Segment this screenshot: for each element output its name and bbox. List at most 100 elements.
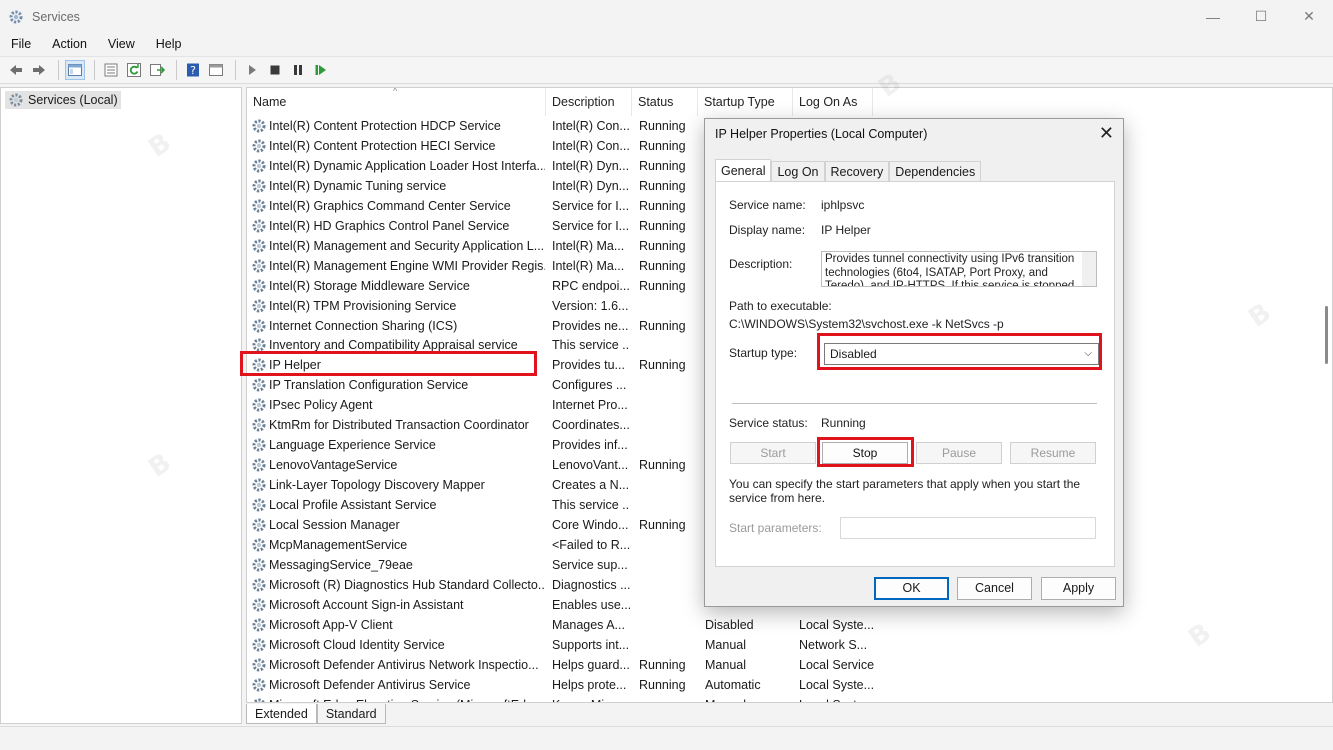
service-gear-icon (251, 617, 267, 633)
cell-description: Manages A... (552, 617, 625, 632)
cell-startup-type: Manual (705, 657, 746, 672)
forward-icon[interactable] (29, 60, 49, 80)
cell-status: Running (639, 258, 686, 273)
cell-description: Provides ne... (552, 318, 629, 333)
stop-service-icon[interactable] (265, 60, 285, 80)
tree-item-services-local[interactable]: Services (Local) (5, 91, 121, 109)
description-box[interactable]: Provides tunnel connectivity using IPv6 … (821, 251, 1097, 287)
dialog-close-icon[interactable]: ✕ (1099, 123, 1114, 144)
close-window-button[interactable]: ✕ (1285, 0, 1333, 33)
back-icon[interactable] (6, 60, 26, 80)
cell-status: Running (639, 158, 686, 173)
service-gear-icon (251, 278, 267, 294)
console-tree: Services (Local) (0, 87, 242, 724)
tab-dependencies[interactable]: Dependencies (889, 161, 982, 181)
service-gear-icon (251, 577, 267, 593)
ok-button[interactable]: OK (874, 577, 949, 600)
column-header-status[interactable]: Status (632, 88, 698, 116)
cell-name: Intel(R) TPM Provisioning Service (269, 298, 457, 313)
column-header-startup-type[interactable]: Startup Type (698, 88, 793, 116)
status-bar (0, 726, 1333, 750)
menu-action[interactable]: Action (41, 37, 97, 51)
start-service-icon[interactable] (242, 60, 262, 80)
properties-icon[interactable] (101, 60, 121, 80)
cell-description: This service ... (552, 338, 630, 353)
service-gear-icon (251, 417, 267, 433)
cell-description: Enables use... (552, 597, 630, 612)
cell-name: Microsoft App-V Client (269, 617, 393, 632)
tab-log-on[interactable]: Log On (771, 161, 825, 181)
cell-description: Provides inf... (552, 438, 628, 453)
tab-standard[interactable]: Standard (316, 704, 386, 724)
vertical-scrollbar[interactable] (1322, 88, 1332, 702)
cell-status: Running (639, 677, 686, 692)
cell-status: Running (639, 119, 686, 133)
description-scrollbar[interactable] (1082, 252, 1096, 286)
export-list-icon[interactable] (147, 60, 167, 80)
menu-view[interactable]: View (97, 37, 145, 51)
start-params-label: Start parameters: (729, 521, 822, 535)
service-gear-icon (251, 457, 267, 473)
cell-description: Service sup... (552, 557, 628, 572)
cell-description: RPC endpoi... (552, 278, 630, 293)
show-hide-console-tree-icon[interactable] (65, 60, 85, 80)
service-gear-icon (251, 178, 267, 194)
description-label: Description: (729, 257, 793, 271)
refresh-icon[interactable] (124, 60, 144, 80)
service-status-value: Running (821, 416, 866, 430)
menu-help[interactable]: Help (145, 37, 192, 51)
pause-service-icon[interactable] (288, 60, 308, 80)
table-row[interactable]: Microsoft Cloud Identity Service Supports… (247, 635, 1332, 655)
cell-status: Running (639, 238, 686, 253)
resume-button[interactable]: Resume (1010, 442, 1096, 464)
service-gear-icon (251, 138, 267, 154)
cell-status (639, 635, 701, 655)
scrollbar-thumb[interactable] (1325, 306, 1328, 364)
help-icon[interactable]: ? (183, 60, 203, 80)
tab-extended[interactable]: Extended (246, 704, 317, 724)
apply-button[interactable]: Apply (1041, 577, 1116, 600)
divider (732, 403, 1097, 404)
menu-file[interactable]: File (0, 37, 41, 51)
service-name-label: Service name: (729, 198, 806, 212)
service-gear-icon (251, 158, 267, 174)
cell-description: Creates a N... (552, 478, 630, 493)
table-row[interactable]: Microsoft Edge Elevation Service (Micros… (247, 695, 1332, 702)
dialog-tabs: General Log On Recovery Dependencies (715, 159, 982, 181)
cell-name: Intel(R) Management Engine WMI Provider … (269, 258, 545, 273)
cell-status: Running (639, 138, 686, 153)
cell-status (639, 435, 701, 455)
window-controls: — ☐ ✕ (1189, 0, 1333, 33)
service-status-label: Service status: (729, 416, 808, 430)
path-label: Path to executable: (729, 299, 832, 313)
start-button[interactable]: Start (730, 442, 816, 464)
column-header-logon-as[interactable]: Log On As (793, 88, 873, 116)
table-row[interactable]: Microsoft App-V Client Manages A... Disabl… (247, 615, 1332, 635)
restart-service-icon[interactable] (311, 60, 331, 80)
cell-description: Keeps Micr... (552, 695, 630, 702)
cancel-button[interactable]: Cancel (957, 577, 1032, 600)
service-gear-icon (251, 497, 267, 513)
column-header-description[interactable]: Description (546, 88, 632, 116)
cell-name: LenovoVantageService (269, 458, 398, 473)
console-icon[interactable] (206, 60, 226, 80)
cell-logon-as: Local Syste... (799, 695, 879, 702)
pause-button[interactable]: Pause (916, 442, 1002, 464)
tab-recovery[interactable]: Recovery (824, 161, 890, 181)
list-header: Name ^ Description Status Startup Type L… (247, 88, 1332, 116)
table-row[interactable]: Microsoft Defender Antivirus Service Help… (247, 675, 1332, 695)
maximize-button[interactable]: ☐ (1237, 0, 1285, 33)
cell-status (639, 495, 701, 515)
highlight-ip-helper-row (240, 351, 537, 376)
minimize-button[interactable]: — (1189, 0, 1237, 33)
service-gear-icon (251, 258, 267, 274)
service-gear-icon (251, 677, 267, 693)
cell-status: Running (639, 358, 686, 373)
service-gear-icon (251, 597, 267, 613)
table-row[interactable]: Microsoft Defender Antivirus Network Ins… (247, 655, 1332, 675)
tab-general[interactable]: General (715, 159, 772, 181)
service-gear-icon (251, 298, 267, 314)
general-panel: Service name: iphlpsvc Display name: IP … (715, 181, 1115, 567)
cell-name: Intel(R) HD Graphics Control Panel Servi… (269, 218, 510, 233)
start-params-input[interactable] (840, 517, 1096, 539)
